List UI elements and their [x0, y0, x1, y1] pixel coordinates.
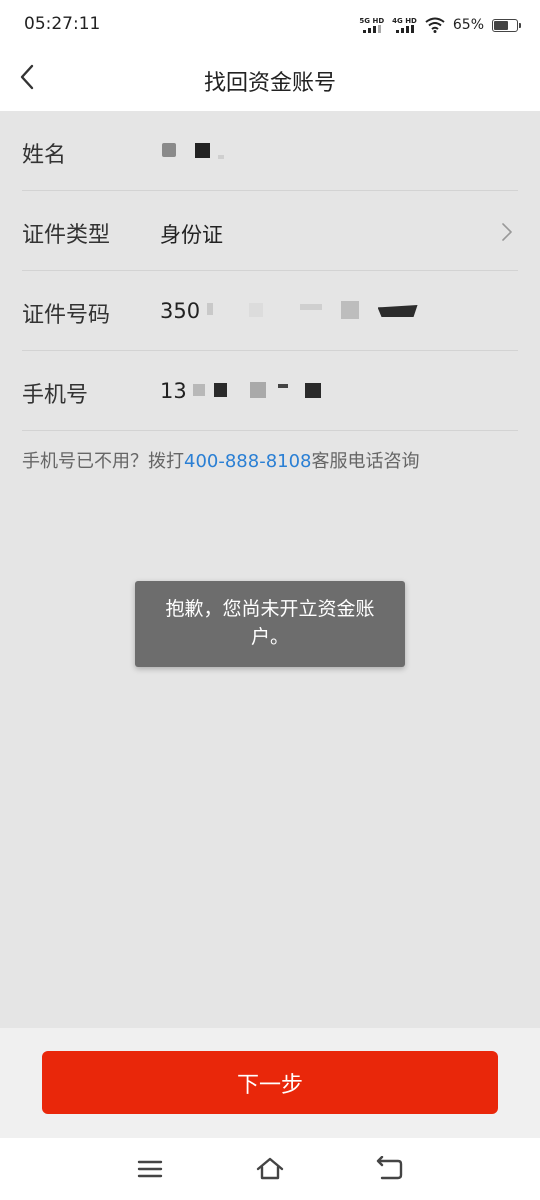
- redaction-mask: [305, 382, 322, 398]
- name-value: [160, 139, 225, 163]
- id-type-label: 证件类型: [22, 223, 111, 248]
- network-5g-indicator: 5G HD: [359, 17, 384, 33]
- status-time: 05:27:11: [24, 14, 101, 34]
- id-type-value: 身份证: [160, 223, 223, 247]
- menu-icon[interactable]: [136, 1156, 164, 1182]
- wifi-icon: [425, 17, 445, 33]
- redaction-mask: [194, 142, 210, 158]
- id-number-row[interactable]: 证件号码 350: [22, 271, 518, 351]
- redaction-mask: [214, 383, 228, 397]
- bottom-action-panel: 下一步: [0, 1028, 540, 1138]
- phone-value: 13: [160, 379, 322, 403]
- redaction-mask: [340, 301, 359, 319]
- error-toast: 抱歉，您尚未开立资金账户。: [135, 581, 405, 667]
- network-4g-label: 4G HD: [392, 17, 417, 25]
- redaction-mask: [249, 303, 264, 317]
- status-indicators: 5G HD 4G HD 65%: [359, 14, 521, 36]
- return-icon[interactable]: [376, 1156, 404, 1182]
- signal-icon: [395, 25, 414, 33]
- redaction-mask: [206, 303, 213, 315]
- network-4g-indicator: 4G HD: [392, 17, 417, 33]
- redaction-mask: [218, 155, 225, 159]
- signal-icon: [362, 25, 381, 33]
- page-title: 找回资金账号: [203, 71, 336, 96]
- status-bar: 05:27:11 5G HD 4G HD 65%: [0, 0, 540, 50]
- battery-fill: [494, 20, 509, 30]
- next-step-button[interactable]: 下一步: [42, 1051, 498, 1114]
- redaction-mask: [193, 384, 206, 396]
- redaction-mask: [249, 382, 266, 398]
- nav-bar: 找回资金账号: [0, 50, 540, 111]
- network-5g-label: 5G HD: [359, 17, 385, 25]
- account-recovery-form: 姓名 证件类型 身份证 证件号码 350 手机号 13 手机号已不用？拨打400…: [0, 111, 540, 472]
- id-number-value-text: 350: [160, 299, 201, 323]
- system-navigation-bar: [0, 1138, 540, 1200]
- redaction-mask: [162, 143, 176, 157]
- help-suffix: 客服电话咨询: [311, 451, 420, 472]
- phone-row[interactable]: 手机号 13: [22, 351, 518, 431]
- customer-service-phone-link[interactable]: 400-888-8108: [184, 451, 312, 472]
- redaction-mask: [300, 304, 323, 310]
- id-number-label: 证件号码: [22, 303, 111, 328]
- redaction-mask: [377, 305, 418, 317]
- battery-percent: 65%: [452, 17, 484, 33]
- redaction-mask: [278, 384, 289, 388]
- phone-label: 手机号: [22, 383, 89, 408]
- home-icon[interactable]: [256, 1156, 284, 1182]
- help-prefix: 手机号已不用？拨打: [22, 451, 184, 472]
- phone-value-text: 13: [160, 379, 187, 403]
- name-label: 姓名: [22, 143, 67, 168]
- battery-icon: [492, 18, 521, 32]
- name-row[interactable]: 姓名: [22, 111, 518, 191]
- help-text: 手机号已不用？拨打400-888-8108客服电话咨询: [22, 447, 540, 473]
- id-number-value: 350: [160, 299, 418, 323]
- chevron-right-icon: [502, 223, 512, 241]
- id-type-row[interactable]: 证件类型 身份证: [22, 191, 518, 271]
